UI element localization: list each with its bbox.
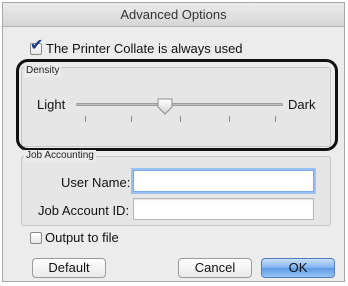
slider-tick bbox=[131, 116, 132, 122]
collate-label: The Printer Collate is always used bbox=[46, 41, 243, 56]
advanced-options-dialog: Advanced Options ✔ The Printer Collate i… bbox=[2, 2, 345, 282]
collate-checkbox[interactable]: ✔ bbox=[30, 38, 43, 55]
ok-button[interactable]: OK bbox=[261, 258, 335, 278]
dialog-title: Advanced Options bbox=[3, 3, 344, 27]
density-dark-label: Dark bbox=[288, 97, 316, 112]
slider-tick bbox=[180, 116, 181, 122]
slider-tick bbox=[85, 116, 86, 122]
job-accounting-group-label: Job Accounting bbox=[24, 150, 96, 162]
user-name-input[interactable] bbox=[133, 170, 314, 192]
default-button[interactable]: Default bbox=[32, 258, 106, 278]
slider-tick bbox=[275, 116, 276, 122]
slider-tick bbox=[229, 116, 230, 122]
density-slider-track[interactable] bbox=[76, 103, 283, 106]
checkmark-icon: ✔ bbox=[30, 37, 44, 54]
job-account-id-label: Job Account ID: bbox=[38, 203, 130, 218]
output-to-file-label: Output to file bbox=[45, 230, 119, 245]
user-name-label: User Name: bbox=[61, 175, 131, 190]
cancel-button[interactable]: Cancel bbox=[178, 258, 252, 278]
job-account-id-input[interactable] bbox=[133, 198, 314, 220]
output-to-file-checkbox[interactable] bbox=[30, 232, 42, 244]
density-slider-thumb[interactable] bbox=[156, 97, 174, 115]
density-light-label: Light bbox=[37, 97, 66, 112]
